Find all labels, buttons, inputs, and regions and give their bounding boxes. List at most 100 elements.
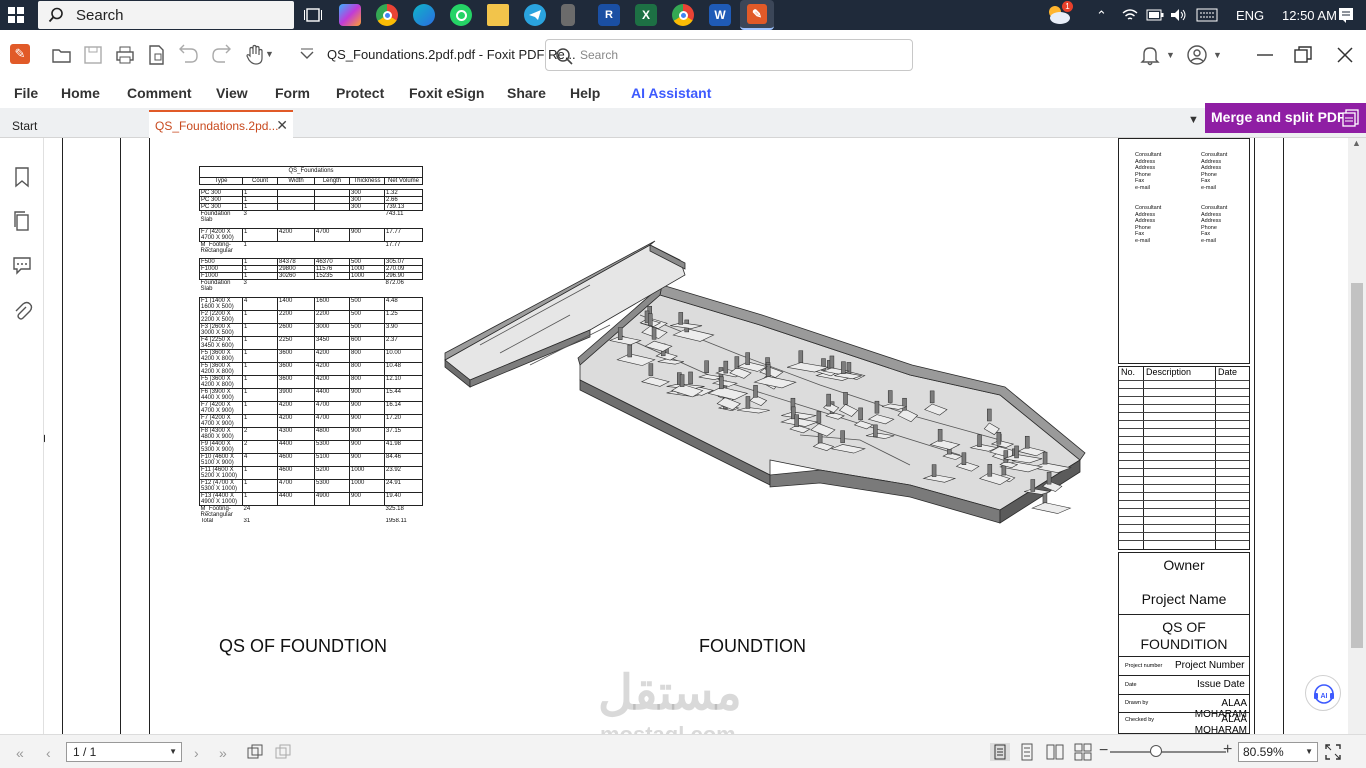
menu-view[interactable]: View [216, 85, 248, 101]
table-cell [314, 196, 350, 204]
table-cell: 23.92 [383, 465, 424, 480]
facing-view-icon[interactable] [1046, 743, 1064, 761]
table-cell: 5100 [314, 452, 350, 467]
page-number-field[interactable]: 1 / 1 ▼ [66, 742, 182, 762]
last-page-icon[interactable]: » [219, 745, 227, 761]
ai-assistant-floating-button[interactable]: AI [1305, 675, 1341, 711]
edge-icon[interactable] [413, 4, 435, 26]
create-pdf-icon[interactable] [146, 44, 168, 66]
menu-home[interactable]: Home [61, 85, 100, 101]
menu-foxit-esign[interactable]: Foxit eSign [409, 85, 484, 101]
table-cell: 4200 [314, 361, 350, 376]
zoom-out-icon[interactable]: − [1099, 742, 1108, 760]
quick-access-dropdown-icon[interactable] [296, 44, 318, 66]
continuous-facing-view-icon[interactable] [1074, 743, 1092, 761]
bookmark-icon[interactable] [11, 166, 33, 188]
hand-tool-icon[interactable] [244, 44, 266, 66]
tab-close-icon[interactable]: ✕ [276, 117, 288, 134]
table-cell [277, 203, 315, 211]
notifications-icon[interactable] [1338, 7, 1354, 23]
zoom-slider-thumb[interactable] [1150, 745, 1162, 757]
print-icon[interactable] [114, 44, 136, 66]
next-view-icon[interactable] [274, 743, 292, 761]
foxit-taskbar-icon[interactable]: ✎ [740, 0, 774, 30]
word-icon[interactable]: W [709, 4, 731, 26]
bell-icon[interactable] [1139, 44, 1161, 66]
table-cell [314, 203, 350, 211]
menu-comment[interactable]: Comment [127, 85, 192, 101]
account-dropdown-icon[interactable]: ▼ [1213, 50, 1222, 60]
menu-protect[interactable]: Protect [336, 85, 384, 101]
file-explorer-icon[interactable] [487, 4, 509, 26]
table-cell: 5300 [314, 478, 350, 493]
excel-icon[interactable]: X [635, 4, 657, 26]
weather-icon[interactable]: 1 [1046, 1, 1073, 25]
clock[interactable]: 12:50 AM [1282, 8, 1337, 23]
comments-icon[interactable] [11, 254, 33, 276]
chevron-up-icon[interactable]: ⌃ [1096, 8, 1107, 24]
revit-icon[interactable]: R [598, 4, 620, 26]
menu-share[interactable]: Share [507, 85, 546, 101]
zoom-field[interactable]: 80.59% ▼ [1238, 742, 1318, 762]
previous-view-icon[interactable] [246, 743, 264, 761]
battery-icon[interactable] [1146, 9, 1164, 21]
next-page-icon[interactable]: › [194, 745, 199, 761]
zoom-slider[interactable] [1110, 751, 1226, 753]
tab-start[interactable]: Start [4, 112, 146, 138]
open-folder-icon[interactable] [51, 44, 73, 66]
account-icon[interactable] [1186, 44, 1208, 66]
chrome-icon[interactable] [376, 4, 398, 26]
scroll-thumb[interactable] [1351, 283, 1363, 648]
previous-page-icon[interactable]: ‹ [46, 745, 51, 761]
table-cell: F6 (3900 X 4400 X 900) [199, 387, 243, 402]
wifi-icon[interactable] [1122, 8, 1138, 22]
chrome-profile-icon[interactable] [672, 4, 694, 26]
windows-taskbar: Search R X W ✎ 1 ⌃ ENG 12:50 AM [0, 0, 1366, 30]
tabs-dropdown-icon[interactable]: ▼ [1188, 114, 1199, 126]
rev-header-date: Date [1218, 367, 1238, 377]
copilot-icon[interactable] [339, 4, 361, 26]
menu-ai-assistant[interactable]: AI Assistant [631, 85, 711, 101]
redo-icon[interactable] [210, 44, 232, 66]
zoom-in-icon[interactable]: + [1223, 741, 1232, 759]
table-cell: 84.46 [383, 452, 424, 467]
keyboard-icon[interactable] [1196, 8, 1218, 22]
telegram-icon[interactable] [524, 4, 546, 26]
menu-help[interactable]: Help [570, 85, 600, 101]
fullscreen-icon[interactable] [1325, 744, 1341, 760]
undo-icon[interactable] [178, 44, 200, 66]
attachment-icon[interactable] [11, 300, 33, 322]
first-page-icon[interactable]: « [16, 745, 24, 761]
phone-link-icon[interactable] [561, 4, 575, 26]
menu-file[interactable]: File [14, 85, 38, 101]
table-cell: 12.10 [383, 374, 424, 389]
search-input[interactable]: Search [545, 39, 913, 71]
column-stub [719, 376, 724, 390]
menu-form[interactable]: Form [275, 85, 310, 101]
continuous-view-icon[interactable] [1018, 743, 1036, 761]
merge-split-button[interactable]: Merge and split PDFs [1205, 103, 1366, 133]
bell-dropdown-icon[interactable]: ▼ [1166, 50, 1175, 60]
vertical-scrollbar[interactable]: ▲ [1348, 138, 1366, 734]
whatsapp-icon[interactable] [450, 4, 472, 26]
pages-icon[interactable] [11, 210, 33, 232]
column-stub [816, 411, 822, 424]
scroll-up-icon[interactable]: ▲ [1352, 138, 1361, 148]
tab-document[interactable]: QS_Foundations.2pd... ✕ [149, 110, 293, 138]
zoom-dropdown-icon[interactable]: ▼ [1305, 747, 1313, 756]
task-view-icon[interactable] [302, 4, 324, 26]
table-cell: 4400 [277, 439, 315, 454]
single-page-view-icon[interactable] [990, 743, 1010, 761]
language-indicator[interactable]: ENG [1236, 8, 1264, 23]
minimize-icon[interactable] [1254, 44, 1276, 66]
speaker-icon[interactable] [1170, 8, 1188, 22]
close-icon[interactable] [1334, 44, 1356, 66]
save-icon[interactable] [82, 44, 104, 66]
hand-tool-dropdown-icon[interactable]: ▼ [265, 49, 274, 59]
taskbar-search[interactable]: Search [38, 1, 294, 29]
restore-icon[interactable] [1292, 44, 1314, 66]
table-cell: 1958.11 [385, 517, 407, 524]
revision-row-line [1119, 468, 1249, 469]
windows-start-icon[interactable] [8, 7, 24, 23]
page-dropdown-icon[interactable]: ▼ [169, 747, 177, 756]
